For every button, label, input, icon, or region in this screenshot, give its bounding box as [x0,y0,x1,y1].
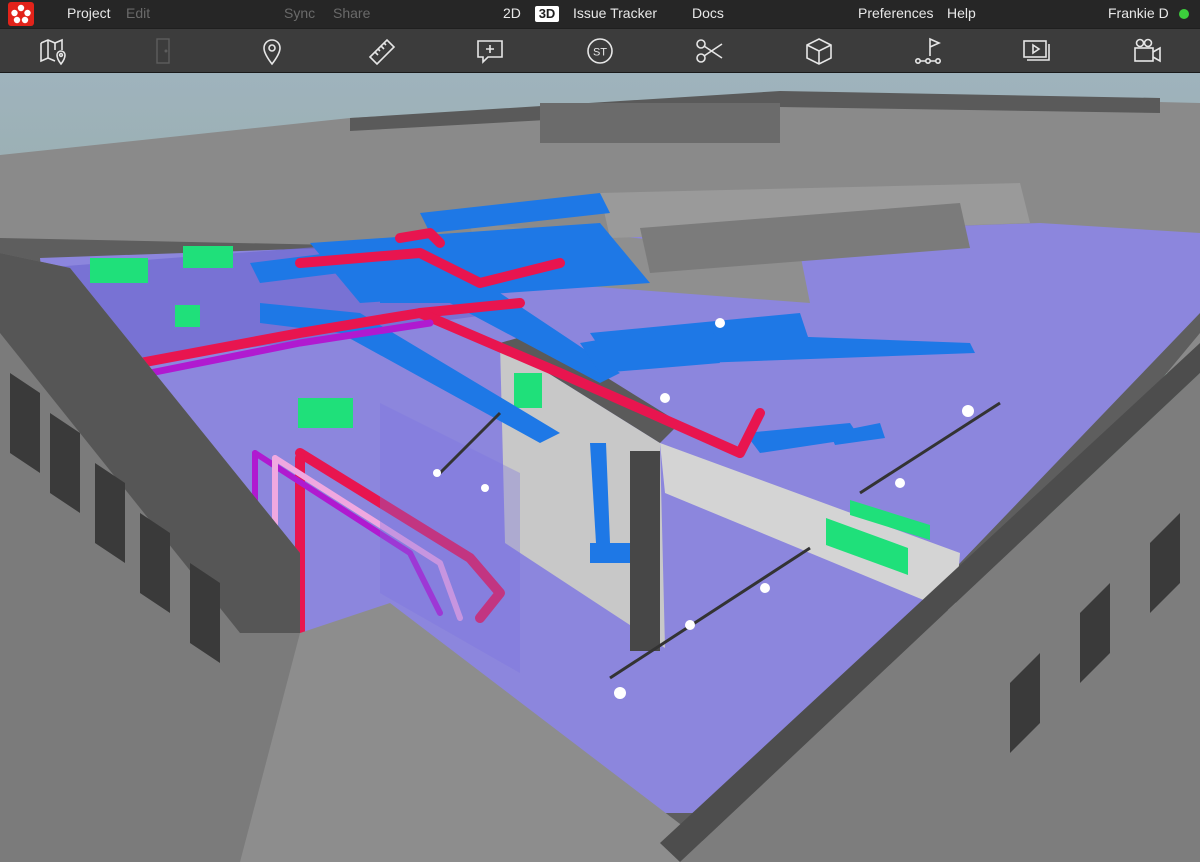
view-3d-button[interactable]: 3D [535,6,559,22]
app-logo-icon[interactable] [8,2,34,26]
equipment-unit [298,398,353,428]
core-column [630,451,660,651]
location-pin-tool-button[interactable] [254,34,290,68]
video-camera-icon [1134,38,1161,63]
building-model-scene[interactable] [0,73,1200,862]
flag-path-tool-button[interactable] [910,34,946,68]
location-pin-icon [263,39,281,66]
video-camera-tool-button[interactable] [1129,34,1165,68]
toolbar: ST [0,28,1200,73]
menu-docs[interactable]: Docs [692,0,724,28]
online-status-icon [1179,9,1189,19]
map-pin-icon [40,38,66,66]
menu-help[interactable]: Help [947,0,976,28]
cube-icon [806,38,832,65]
flag-path-icon [914,37,941,64]
menu-edit[interactable]: Edit [126,0,150,28]
slides-icon [1023,40,1050,61]
view-2d-button[interactable]: 2D [503,0,521,28]
menu-preferences[interactable]: Preferences [858,0,933,28]
add-comment-icon [477,40,503,64]
map-pin-tool-button[interactable] [36,34,72,68]
menu-sync[interactable]: Sync [284,0,315,28]
door-icon [156,38,170,64]
menu-bar: Project Edit Sync Share 2D 3D Issue Trac… [0,0,1200,28]
scissors-tool-button[interactable] [692,34,728,68]
ruler-icon [368,38,396,66]
ruler-tool-button[interactable] [364,34,400,68]
menu-project[interactable]: Project [67,0,111,28]
equipment-unit [175,305,200,327]
equipment-unit [514,373,542,408]
st-badge-icon: ST [587,38,613,64]
equipment-unit [90,258,148,283]
menu-issue-tracker[interactable]: Issue Tracker [573,0,657,28]
model-3d-viewport[interactable] [0,73,1200,862]
door-tool-button[interactable] [145,34,181,68]
rear-structure [540,103,780,143]
menu-share[interactable]: Share [333,0,370,28]
user-name[interactable]: Frankie D [1108,0,1169,28]
st-badge-label: ST [593,47,607,59]
add-comment-tool-button[interactable] [472,34,508,68]
scissors-icon [696,39,723,63]
equipment-unit [183,246,233,268]
section-box-tool-button[interactable] [801,34,837,68]
st-tool-button[interactable]: ST [582,34,618,68]
slides-tool-button[interactable] [1019,34,1055,68]
